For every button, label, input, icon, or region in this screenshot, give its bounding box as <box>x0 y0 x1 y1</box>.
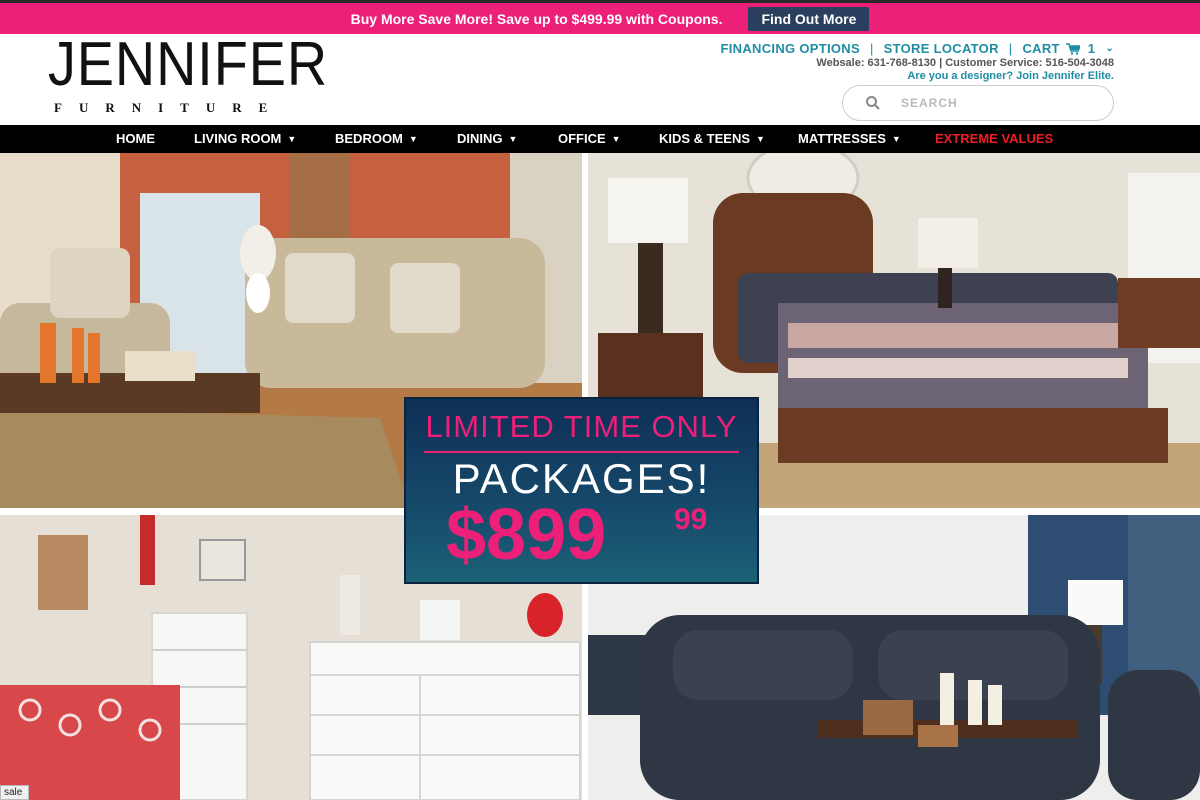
chevron-down-icon: ▼ <box>408 134 418 144</box>
nav-label: MATTRESSES <box>798 131 886 146</box>
nav-label: EXTREME VALUES <box>935 131 1054 146</box>
nav-bedroom[interactable]: BEDROOM ▼ <box>335 125 418 153</box>
cart-label: CART <box>1022 41 1060 56</box>
separator: | <box>869 41 874 56</box>
contact-info: Websale: 631-768-8130 | Customer Service… <box>816 57 1114 69</box>
nav-label: LIVING ROOM <box>194 131 282 146</box>
nav-label: BEDROOM <box>335 131 403 146</box>
promo-price-cents: 99 <box>674 503 708 536</box>
chevron-down-icon: ▼ <box>508 134 518 144</box>
nav-dining[interactable]: DINING ▼ <box>457 125 517 153</box>
chevron-down-icon: ▼ <box>756 134 765 144</box>
packages-promo[interactable]: LIMITED TIME ONLY PACKAGES! $899 99 <box>404 397 759 584</box>
nav-label: HOME <box>116 131 155 146</box>
store-locator-link[interactable]: STORE LOCATOR <box>884 41 999 56</box>
site-header: JENNIFER FURNITURE FINANCING OPTIONS | S… <box>0 34 1200 125</box>
browser-status-bar: sale <box>0 785 30 800</box>
promo-text: Buy More Save More! Save up to $499.99 w… <box>350 10 723 27</box>
search-icon[interactable] <box>865 95 881 111</box>
hero-banner[interactable]: LIMITED TIME ONLY PACKAGES! $899 99 <box>0 153 1200 800</box>
logo[interactable]: JENNIFER FURNITURE <box>48 30 343 120</box>
nav-label: DINING <box>457 131 503 146</box>
search-box <box>842 85 1114 121</box>
divider <box>424 451 739 453</box>
utility-links: FINANCING OPTIONS | STORE LOCATOR | CART… <box>721 41 1114 56</box>
logo-subtitle: FURNITURE <box>54 100 285 115</box>
promo-price: $899 <box>446 495 607 575</box>
designer-link[interactable]: Are you a designer? Join Jennifer Elite. <box>907 70 1114 82</box>
nav-label: KIDS & TEENS <box>659 131 751 146</box>
financing-options-link[interactable]: FINANCING OPTIONS <box>721 41 860 56</box>
nav-mattresses[interactable]: MATTRESSES ▼ <box>798 125 901 153</box>
cart-link[interactable]: CART 1 ⌄ <box>1022 41 1114 56</box>
promo-bar: Buy More Save More! Save up to $499.99 w… <box>0 0 1200 34</box>
main-nav: HOME LIVING ROOM ▼ BEDROOM ▼ DINING ▼ OFFIC… <box>0 125 1200 153</box>
cart-count: 1 <box>1087 41 1096 56</box>
cart-icon <box>1065 42 1080 55</box>
nav-office[interactable]: OFFICE ▼ <box>558 125 621 153</box>
promo-headline: LIMITED TIME ONLY <box>425 409 738 444</box>
chevron-down-icon: ▼ <box>891 134 901 144</box>
nav-living-room[interactable]: LIVING ROOM ▼ <box>194 125 296 153</box>
find-out-more-button[interactable]: Find Out More <box>748 6 870 31</box>
separator: | <box>1008 41 1013 56</box>
logo-wordmark: JENNIFER <box>48 30 329 99</box>
nav-kids-teens[interactable]: KIDS & TEENS ▼ <box>659 125 765 153</box>
chevron-down-icon: ⌄ <box>1105 43 1114 54</box>
chevron-down-icon: ▼ <box>611 134 621 144</box>
nav-home[interactable]: HOME <box>116 125 155 153</box>
search-input[interactable] <box>901 96 1101 110</box>
nav-extreme-values[interactable]: EXTREME VALUES <box>935 125 1053 153</box>
page: Buy More Save More! Save up to $499.99 w… <box>0 0 1200 800</box>
chevron-down-icon: ▼ <box>287 134 297 144</box>
nav-label: OFFICE <box>558 131 606 146</box>
